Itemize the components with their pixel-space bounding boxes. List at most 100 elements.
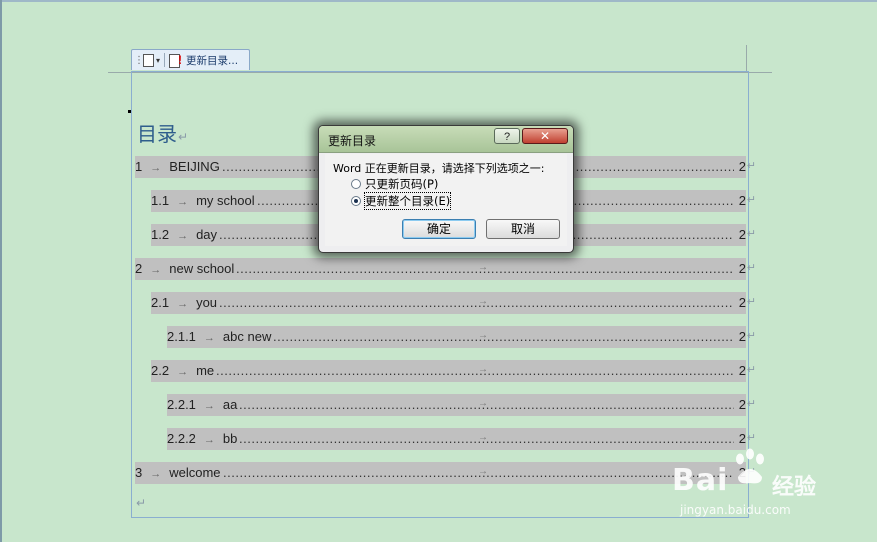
paragraph-mark: ↵ xyxy=(746,364,756,376)
toc-leader-dots: ........................................… xyxy=(219,295,734,310)
toc-entry-title: new school xyxy=(169,261,235,276)
update-toc-icon[interactable] xyxy=(169,53,183,68)
window-top-border xyxy=(0,0,877,2)
dialog-prompt: Word 正在更新目录，请选择下列选项之一: xyxy=(333,162,545,175)
paragraph-mark: ↵ xyxy=(746,160,756,172)
document-icon[interactable] xyxy=(143,53,154,67)
tab-mark: → xyxy=(150,264,162,276)
paragraph-mark: ↵ xyxy=(746,228,756,240)
tab-mark: → xyxy=(478,262,488,273)
paragraph-mark: ↵ xyxy=(136,496,147,510)
toc-heading-text: 目录 xyxy=(137,122,177,146)
paragraph-mark: ↵ xyxy=(746,330,756,342)
paragraph-mark: ↵ xyxy=(746,194,756,206)
baidu-watermark: Bai 经验 jingyan.baidu.com xyxy=(672,447,872,517)
toc-leader-dots: ........................................… xyxy=(216,363,734,378)
tab-mark: → xyxy=(203,332,215,344)
toc-entry-title: day xyxy=(196,227,218,242)
dialog-titlebar[interactable]: 更新目录 ? ✕ xyxy=(319,126,573,153)
toc-entry-title: you xyxy=(196,295,218,310)
toc-entry-number: 2.2.2 xyxy=(167,431,196,446)
update-toc-dialog: 更新目录 ? ✕ Word 正在更新目录，请选择下列选项之一: 只更新页码(P)… xyxy=(318,125,574,253)
toc-entry-heading: 2 → new school xyxy=(135,261,234,276)
watermark-brand: Bai xyxy=(672,463,729,498)
toc-entry[interactable]: 2.2 → me..................................… xyxy=(151,360,756,382)
tab-mark: → xyxy=(177,196,189,208)
radio-update-entire-table[interactable] xyxy=(351,196,361,206)
toc-entry-title: welcome xyxy=(169,465,221,480)
watermark-brand-cn: 经验 xyxy=(772,475,817,500)
toc-entry[interactable]: 3 → welcome...............................… xyxy=(135,462,756,484)
tab-mark: → xyxy=(177,366,189,378)
help-button[interactable]: ? xyxy=(494,128,520,144)
toc-entry-heading: 2.2 → me xyxy=(151,363,214,378)
watermark-url: jingyan.baidu.com xyxy=(680,503,791,517)
toc-entry-page: 2 xyxy=(738,431,746,446)
option-update-entire-table[interactable]: 更新整个目录(E) xyxy=(351,192,452,210)
toc-entry-number: 2 xyxy=(135,261,143,276)
toc-entry-heading: 2.2.2 → bb xyxy=(167,431,237,446)
toc-heading[interactable]: 目录↵ xyxy=(137,118,188,147)
toc-entry-number: 2.2 xyxy=(151,363,170,378)
close-button[interactable]: ✕ xyxy=(522,128,568,144)
tab-mark: → xyxy=(177,298,189,310)
content-control-tab[interactable]: ⋮ ▾ 更新目录... xyxy=(131,49,250,70)
chevron-down-icon[interactable]: ▾ xyxy=(156,56,160,65)
toc-entry-number: 2.2.1 xyxy=(167,397,196,412)
option-label: 更新整个目录(E) xyxy=(363,192,452,210)
paragraph-mark: ↵ xyxy=(746,398,756,410)
option-label: 只更新页码(P) xyxy=(365,177,439,191)
toc-entry-heading: 2.1.1 → abc new xyxy=(167,329,271,344)
tab-mark: → xyxy=(478,364,488,375)
option-update-page-numbers[interactable]: 只更新页码(P) xyxy=(351,176,438,192)
toc-entry-title: abc new xyxy=(222,329,272,344)
toc-entry[interactable]: 2.2.1 → aa................................… xyxy=(167,394,756,416)
paragraph-mark: ↵ xyxy=(746,296,756,308)
dialog-title: 更新目录 xyxy=(328,134,377,148)
toc-entry-title: bb xyxy=(222,431,238,446)
toc-entry-number: 2.1.1 xyxy=(167,329,196,344)
cancel-button[interactable]: 取消 xyxy=(486,219,560,239)
tab-mark: → xyxy=(150,162,162,174)
toc-entry-page: 2 xyxy=(738,329,746,344)
tab-mark: → xyxy=(478,398,488,409)
toc-entry-page: 2 xyxy=(738,397,746,412)
toc-entry-page: 2 xyxy=(738,193,746,208)
toc-entry-number: 1 xyxy=(135,159,143,174)
toc-entry-number: 3 xyxy=(135,465,143,480)
toolbar-separator xyxy=(164,53,166,67)
toc-entry-heading: 1 → BEIJING xyxy=(135,159,220,174)
toc-entry-number: 1.2 xyxy=(151,227,170,242)
tab-mark: → xyxy=(478,432,488,443)
window-left-border xyxy=(0,0,2,542)
ok-button[interactable]: 确定 xyxy=(402,219,476,239)
toc-entry[interactable]: 2.1.1 → abc new...........................… xyxy=(167,326,756,348)
toc-entry-number: 1.1 xyxy=(151,193,170,208)
grip-icon[interactable]: ⋮ xyxy=(134,55,144,66)
paragraph-mark: ↵ xyxy=(178,130,189,144)
dialog-body: Word 正在更新目录，请选择下列选项之一: 只更新页码(P) 更新整个目录(E… xyxy=(325,154,567,246)
update-toc-button[interactable]: 更新目录... xyxy=(186,53,238,68)
toc-entry-page: 2 xyxy=(738,295,746,310)
toc-entry-heading: 3 → welcome xyxy=(135,465,221,480)
page-margin-guide-vertical xyxy=(746,45,747,73)
toc-entry[interactable]: 2.1 → you.................................… xyxy=(151,292,756,314)
tab-mark: → xyxy=(478,296,488,307)
toc-entry[interactable]: 2 → new school............................… xyxy=(135,258,756,280)
tab-mark: → xyxy=(177,230,189,242)
tab-mark: → xyxy=(203,400,215,412)
toc-entry-page: 2 xyxy=(738,261,746,276)
toc-entry-page: 2 xyxy=(738,159,746,174)
toc-entry-page: 2 xyxy=(738,227,746,242)
tab-mark: → xyxy=(478,330,488,341)
toc-entry-title: BEIJING xyxy=(169,159,220,174)
toc-entry-heading: 1.2 → day xyxy=(151,227,217,242)
toc-entry[interactable]: 2.2.2 → bb................................… xyxy=(167,428,756,450)
toc-entry-heading: 2.1 → you xyxy=(151,295,217,310)
paw-icon xyxy=(736,448,764,484)
paragraph-mark: ↵ xyxy=(746,432,756,444)
toc-entry-heading: 2.2.1 → aa xyxy=(167,397,237,412)
tab-mark: → xyxy=(150,468,162,480)
radio-update-page-numbers[interactable] xyxy=(351,179,361,189)
toc-entry-number: 2.1 xyxy=(151,295,170,310)
